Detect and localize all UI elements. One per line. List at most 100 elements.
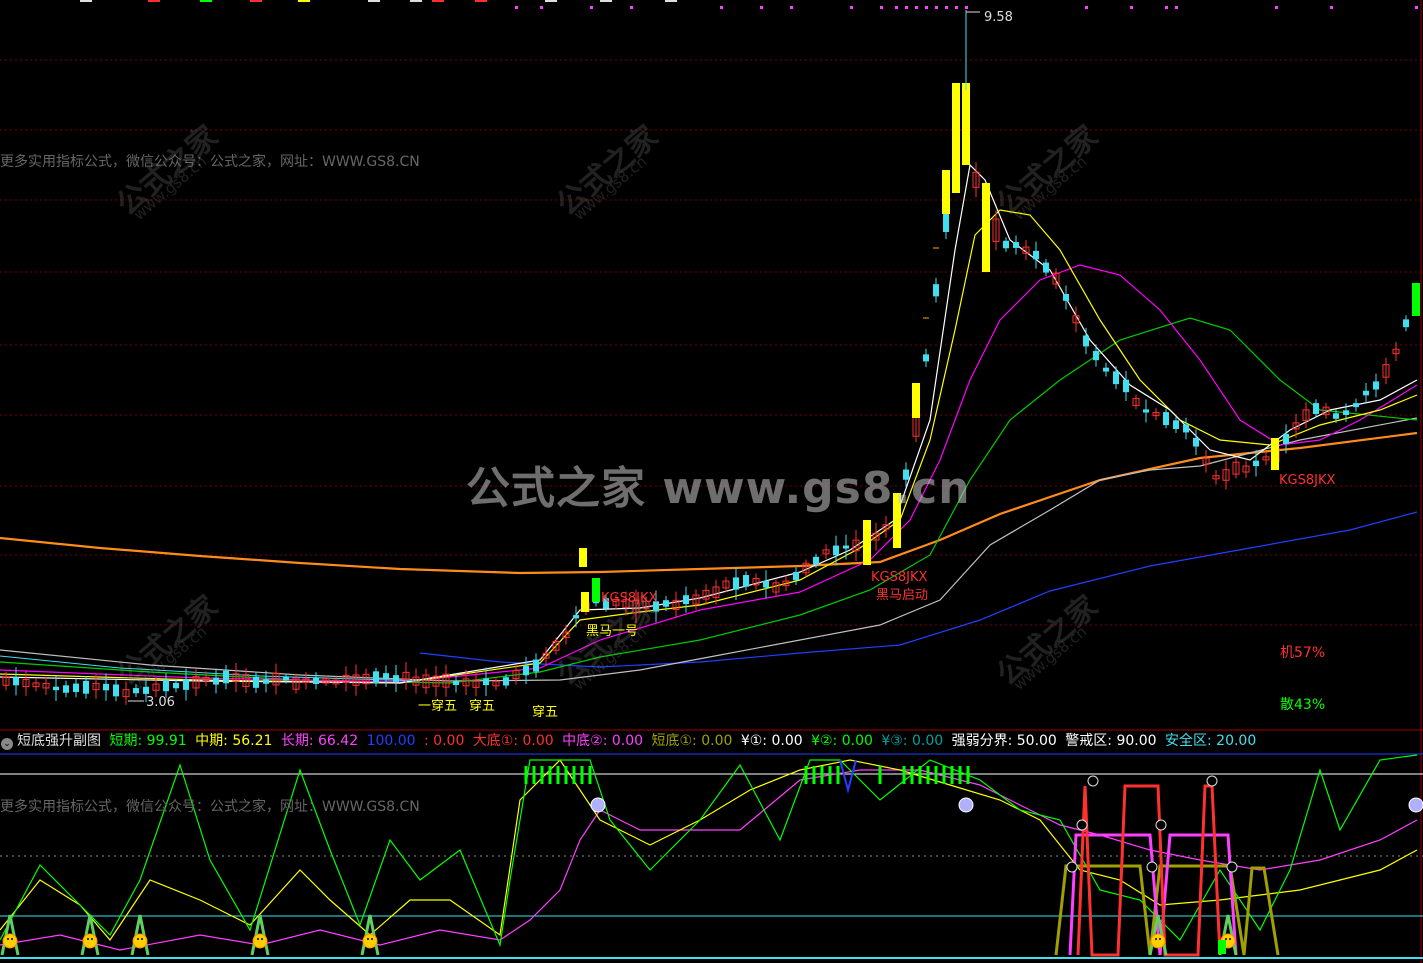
candle-body xyxy=(63,685,69,693)
clipped-text xyxy=(475,0,487,2)
candle-body xyxy=(1403,319,1409,328)
green-signal-bar xyxy=(1218,940,1226,954)
candle-body xyxy=(1043,262,1049,273)
indicator-value: 安全区: 20.00 xyxy=(1165,733,1257,749)
smile-icon xyxy=(2,933,18,949)
candle-body xyxy=(1373,381,1379,390)
clipped-text xyxy=(432,0,444,2)
candle-body xyxy=(1143,409,1149,413)
candle-body xyxy=(1123,379,1129,393)
candle-body xyxy=(813,556,819,565)
dot-marker xyxy=(630,6,633,9)
candle-body xyxy=(313,677,319,685)
dot-marker xyxy=(1175,6,1178,9)
smile-icon xyxy=(1150,933,1166,949)
candle-body xyxy=(483,678,489,686)
candle-strong-down xyxy=(1412,283,1420,316)
dot-marker xyxy=(760,6,763,9)
candle-body xyxy=(283,676,289,681)
dot-marker xyxy=(1330,6,1333,9)
smile-icon-eye xyxy=(91,938,93,940)
clipped-text xyxy=(665,0,677,2)
numbered-marker xyxy=(1087,775,1099,787)
institution-ratio: 机57% xyxy=(1280,645,1326,661)
dot-marker xyxy=(720,6,723,9)
candle-strong-down xyxy=(592,578,600,602)
marker-label: KGS8JKX xyxy=(871,570,928,585)
candle-strong-up xyxy=(942,170,950,214)
candle-body xyxy=(573,615,579,619)
smile-icon-eye xyxy=(257,938,259,940)
candle-body xyxy=(1313,403,1319,414)
dot-marker xyxy=(880,6,883,9)
candle-body xyxy=(1173,420,1179,429)
dot-marker xyxy=(590,6,593,9)
candle-strong-up xyxy=(912,383,920,418)
clipped-text xyxy=(410,0,422,2)
candle-strong-up xyxy=(863,520,871,565)
indicator-name[interactable]: 短底强升副图 xyxy=(17,733,101,749)
marker-label: 穿五 xyxy=(532,705,559,720)
candle-body xyxy=(793,572,799,581)
smile-icon-eye xyxy=(7,938,9,940)
dot-marker xyxy=(540,6,543,9)
indicator-value: 中底②: 0.00 xyxy=(562,733,644,749)
numbered-marker xyxy=(1226,861,1238,873)
sad-face-icon xyxy=(1408,797,1423,813)
indicator-value: 短底①: 0.00 xyxy=(651,733,733,749)
candle-strong-up xyxy=(952,83,960,193)
clipped-text xyxy=(298,0,310,2)
promo-text-sub: 更多实用指标公式，微信公众号：公式之家，网址：WWW.GS8.CN xyxy=(0,799,420,815)
candle-body xyxy=(73,683,79,693)
smile-icon-eye xyxy=(87,938,89,940)
numbered-marker xyxy=(1076,819,1088,831)
smile-icon-eye xyxy=(1225,938,1227,940)
candle-body xyxy=(533,659,539,672)
candle-body xyxy=(663,600,669,607)
smile-icon-eye xyxy=(371,938,373,940)
candle-body xyxy=(1003,240,1009,249)
sad-face-icon xyxy=(958,797,974,813)
candle-strong-up xyxy=(962,83,970,165)
smile-icon-eye xyxy=(137,938,139,940)
candle-body xyxy=(103,683,109,691)
low-price-label: 3.06 xyxy=(146,695,175,710)
clipped-text xyxy=(200,0,212,2)
marker-label: 一穿五 xyxy=(418,699,458,714)
clipped-text xyxy=(545,0,557,2)
candle-body xyxy=(523,665,529,676)
candle-body xyxy=(933,284,939,297)
candle-strong-up xyxy=(579,548,587,567)
indicator-panel xyxy=(0,753,1423,959)
smile-icon xyxy=(362,933,378,949)
indicator-value: ¥①: 0.00 xyxy=(740,733,803,749)
candle-body xyxy=(263,679,269,684)
candle-body xyxy=(1093,350,1099,361)
indicator-value: 短期: 99.91 xyxy=(109,733,187,749)
indicator-value: 100.00 xyxy=(366,733,416,749)
candle-body xyxy=(83,680,89,694)
candle-body xyxy=(1343,410,1349,415)
smile-icon xyxy=(82,933,98,949)
candle-body xyxy=(223,670,229,684)
candle-body xyxy=(373,671,379,684)
dot-marker xyxy=(1085,6,1088,9)
candle-body xyxy=(1103,367,1109,372)
dot-marker xyxy=(850,6,853,9)
marker-label: 黑马一号 xyxy=(586,624,639,639)
candle-body xyxy=(833,545,839,556)
marker-label: KGS8JKX xyxy=(1279,473,1336,488)
dot-marker xyxy=(925,6,928,9)
smile-icon-eye xyxy=(11,938,13,940)
candle-body xyxy=(1033,250,1039,260)
collapse-icon[interactable]: ⌄ xyxy=(1,738,13,750)
candle-body xyxy=(453,681,459,686)
candle-strong-up xyxy=(581,592,589,612)
promo-text-main: 更多实用指标公式，微信公众号：公式之家，网址：WWW.GS8.CN xyxy=(0,154,420,170)
indicator-value: 警戒区: 90.00 xyxy=(1065,733,1157,749)
candle-body xyxy=(1363,390,1369,396)
candle-body xyxy=(1113,371,1119,385)
dot-marker xyxy=(955,6,958,9)
candle-body xyxy=(383,673,389,680)
candle-body xyxy=(683,595,689,605)
